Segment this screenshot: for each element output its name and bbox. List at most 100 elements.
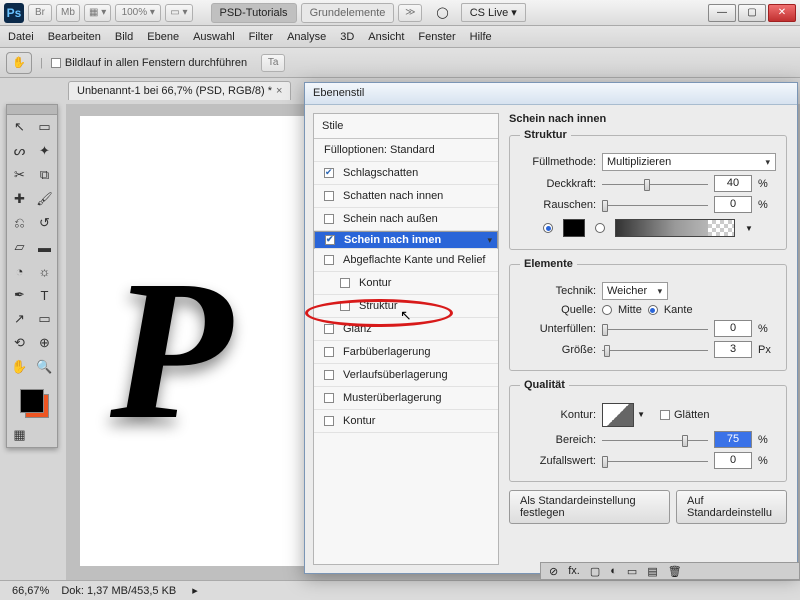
style-kontur[interactable]: Kontur (314, 410, 498, 433)
view-options-button[interactable]: ▦ ▾ (84, 4, 111, 22)
menu-filter[interactable]: Filter (249, 31, 273, 43)
camera-tool[interactable]: ⊕ (32, 331, 57, 355)
bereich-input[interactable]: 75 (714, 431, 752, 448)
blur-tool[interactable]: ◔ (7, 259, 32, 283)
close-button[interactable]: ✕ (768, 4, 796, 22)
hand-tool[interactable]: ✋ (7, 355, 32, 379)
menu-bearbeiten[interactable]: Bearbeiten (48, 31, 101, 43)
adjustment-icon[interactable]: ◐ (610, 565, 617, 577)
noise-slider[interactable] (602, 197, 708, 213)
color-swatch[interactable] (563, 219, 585, 237)
styles-header[interactable]: Stile (314, 114, 498, 139)
3d-tool[interactable]: ⟲ (7, 331, 32, 355)
hand-tool-icon[interactable]: ✋ (6, 52, 32, 74)
link-icon[interactable]: ⊘ (549, 565, 558, 578)
noise-input[interactable]: 0 (714, 196, 752, 213)
trash-icon[interactable]: 🗑 (668, 565, 682, 578)
fg-color-swatch[interactable] (20, 389, 44, 413)
style-schatten-innen[interactable]: Schatten nach innen (314, 185, 498, 208)
unterf-slider[interactable] (602, 321, 708, 337)
dodge-tool[interactable]: ☼ (32, 259, 57, 283)
style-muster[interactable]: Musterüberlagerung (314, 387, 498, 410)
pen-tool[interactable]: ✒ (7, 283, 32, 307)
tools-gripper[interactable] (7, 105, 57, 115)
style-bevel[interactable]: Abgeflachte Kante und Relief (314, 249, 498, 272)
fx-icon[interactable]: fx. (568, 565, 580, 577)
menu-auswahl[interactable]: Auswahl (193, 31, 235, 43)
close-icon[interactable]: × (276, 85, 282, 97)
maximize-button[interactable]: ▢ (738, 4, 766, 22)
size-input[interactable]: 3 (714, 341, 752, 358)
screen-mode-button[interactable]: ▭ ▾ (165, 4, 192, 22)
menu-hilfe[interactable]: Hilfe (470, 31, 492, 43)
gradient-swatch[interactable] (615, 219, 735, 237)
history-tool[interactable]: ↺ (32, 211, 57, 235)
menu-bild[interactable]: Bild (115, 31, 133, 43)
menu-datei[interactable]: Datei (8, 31, 34, 43)
blend-mode-select[interactable]: Multiplizieren (602, 153, 776, 171)
menu-3d[interactable]: 3D (340, 31, 354, 43)
bereich-slider[interactable] (602, 432, 708, 448)
cs-live-dropdown[interactable]: CS Live ▾ (461, 3, 526, 22)
zufall-slider[interactable] (602, 453, 708, 469)
scroll-all-checkbox[interactable]: Bildlauf in allen Fenstern durchführen (51, 57, 247, 69)
style-schlagschatten[interactable]: Schlagschatten (314, 162, 498, 185)
eyedropper-tool[interactable]: ⧉ (32, 163, 57, 187)
panel-dock-strip[interactable]: ⊘ fx. ▢ ◐ ▭ ▤ 🗑 (540, 562, 800, 580)
size-slider[interactable] (602, 342, 708, 358)
color-source-radio[interactable] (543, 223, 553, 233)
new-layer-icon[interactable]: ▤ (647, 565, 657, 578)
menu-fenster[interactable]: Fenster (418, 31, 455, 43)
shape-tool[interactable]: ▭ (32, 307, 57, 331)
workspace-tab-active[interactable]: PSD-Tutorials (211, 3, 297, 23)
opacity-slider[interactable] (602, 176, 708, 192)
unterf-input[interactable]: 0 (714, 320, 752, 337)
technik-select[interactable]: Weicher (602, 282, 668, 300)
bridge-button[interactable]: Br (28, 4, 52, 22)
zoom-status[interactable]: 66,67% (12, 585, 49, 597)
dialog-titlebar[interactable]: Ebenenstil (305, 83, 797, 105)
heal-tool[interactable]: ✚ (7, 187, 32, 211)
more-workspaces-button[interactable]: ≫ (398, 4, 422, 22)
quelle-kante-radio[interactable] (648, 305, 658, 315)
canvas[interactable]: P (80, 116, 316, 566)
style-bevel-struktur[interactable]: Struktur (314, 295, 498, 318)
zoom-tool[interactable]: 🔍 (32, 355, 57, 379)
minimize-button[interactable]: — (708, 4, 736, 22)
wand-tool[interactable]: ✦ (32, 139, 57, 163)
menu-analyse[interactable]: Analyse (287, 31, 326, 43)
stamp-tool[interactable]: ⎌ (7, 211, 32, 235)
make-default-button[interactable]: Als Standardeinstellung festlegen (509, 490, 670, 524)
color-swatches[interactable] (7, 379, 57, 423)
zoom-dropdown[interactable]: 100% ▾ (115, 4, 161, 22)
optbar-button[interactable]: Ta (261, 54, 285, 72)
path-tool[interactable]: ↗ (7, 307, 32, 331)
lasso-tool[interactable]: ᔕ (7, 139, 32, 163)
doc-tab[interactable]: Unbenannt-1 bei 66,7% (PSD, RGB/8) *× (68, 81, 291, 100)
gradient-source-radio[interactable] (595, 223, 605, 233)
style-verlauf[interactable]: Verlaufsüberlagerung (314, 364, 498, 387)
glatten-checkbox[interactable]: Glätten (660, 409, 709, 421)
eraser-tool[interactable]: ▱ (7, 235, 32, 259)
zufall-input[interactable]: 0 (714, 452, 752, 469)
gradient-tool[interactable]: ▬ (32, 235, 57, 259)
menu-ebene[interactable]: Ebene (147, 31, 179, 43)
mask-icon[interactable]: ▢ (590, 565, 600, 578)
fill-options-row[interactable]: Fülloptionen: Standard (314, 139, 498, 162)
mb-button[interactable]: Mb (56, 4, 80, 22)
brush-tool[interactable]: 🖌 (32, 187, 57, 211)
style-farb[interactable]: Farbüberlagerung (314, 341, 498, 364)
move-tool[interactable]: ↖ (7, 115, 32, 139)
folder-icon[interactable]: ▭ (627, 565, 637, 578)
style-glanz[interactable]: Glanz (314, 318, 498, 341)
quelle-mitte-radio[interactable] (602, 305, 612, 315)
quickmask-toggle[interactable]: ▦ (7, 423, 32, 447)
type-tool[interactable]: T (32, 283, 57, 307)
contour-picker[interactable] (602, 403, 634, 427)
style-schein-aussen[interactable]: Schein nach außen (314, 208, 498, 231)
opacity-input[interactable]: 40 (714, 175, 752, 192)
menu-ansicht[interactable]: Ansicht (368, 31, 404, 43)
doc-size-status[interactable]: Dok: 1,37 MB/453,5 KB (61, 585, 176, 597)
workspace-tab-2[interactable]: Grundelemente (301, 3, 395, 23)
reset-default-button[interactable]: Auf Standardeinstellu (676, 490, 787, 524)
